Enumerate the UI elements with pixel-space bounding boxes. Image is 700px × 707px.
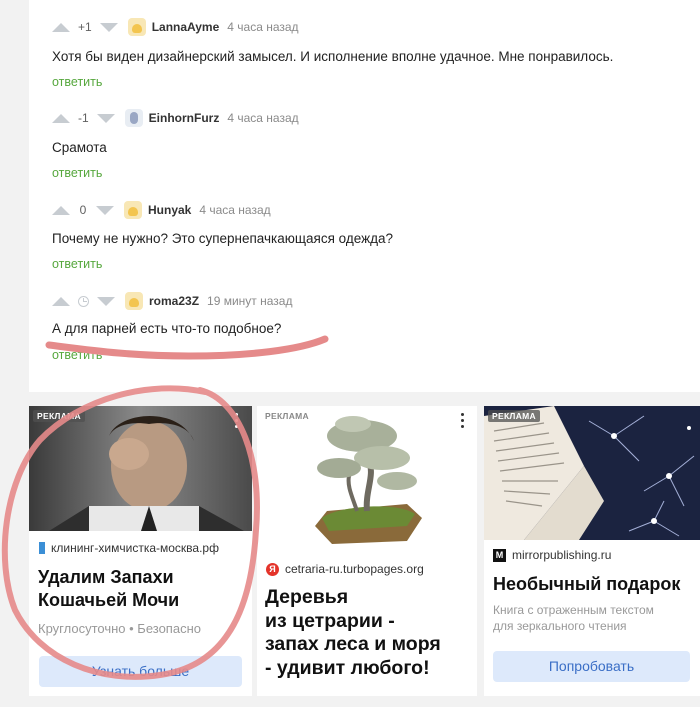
ad-description-line: для зеркального чтения — [493, 619, 627, 633]
ad-domain[interactable]: M mirrorpublishing.ru — [493, 548, 611, 562]
ad-title[interactable]: Деревья из цетрарии - запах леса и моря … — [265, 586, 441, 680]
ad-title[interactable]: Необычный подарок — [493, 573, 680, 596]
ad-title[interactable]: Удалим Запахи Кошачьей Мочи — [38, 566, 179, 612]
favicon-icon — [39, 542, 45, 554]
ad-description: Книга с отраженным текстом для зеркально… — [493, 602, 654, 634]
try-button[interactable]: Попробовать — [493, 651, 690, 682]
comments-section: +1 LannaAyme 4 часа назад Хотя бы виден … — [29, 0, 700, 392]
ad-badge: РЕКЛАМА — [33, 410, 85, 422]
ad-title-line: запах леса и моря — [265, 633, 441, 655]
ad-description: Круглосуточно • Безопасно — [38, 621, 201, 636]
bonsai-tree-photo[interactable]: РЕКЛАМА — [257, 406, 477, 554]
ad-domain-text: клининг-химчистка-москва.рф — [51, 541, 219, 555]
ad-badge: РЕКЛАМА — [488, 410, 540, 422]
yandex-icon: Я — [266, 562, 279, 576]
ad-description-line: Книга с отраженным текстом — [493, 603, 654, 617]
ad-title-line: - удивит любого! — [265, 656, 430, 679]
learn-more-button[interactable]: Узнать больше — [39, 656, 242, 687]
ad-card-mirror-book[interactable]: РЕКЛАМА M mirrorpublishing.ru Необычный … — [484, 406, 700, 696]
ad-title-line: Деревья — [265, 586, 349, 608]
ad-title-line: Кошачьей Мочи — [38, 590, 180, 610]
ad-domain-text: cetraria-ru.turbopages.org — [285, 562, 424, 576]
more-options-icon[interactable] — [461, 413, 465, 431]
ad-domain[interactable]: клининг-химчистка-москва.рф — [39, 541, 219, 555]
man-holding-nose-photo[interactable]: РЕКЛАМА — [29, 406, 252, 531]
ad-title-line: из цетрарии - — [265, 609, 395, 632]
more-options-icon[interactable] — [235, 413, 239, 431]
ad-card-cleaning[interactable]: РЕКЛАМА клининг-химчистка-москва.рф Удал… — [29, 406, 252, 696]
ad-badge: РЕКЛАМА — [265, 411, 309, 421]
ad-title-line: Удалим Запахи — [38, 567, 174, 587]
open-book-photo[interactable]: РЕКЛАМА — [484, 406, 700, 540]
ad-card-cetraria[interactable]: РЕКЛАМА Я cetraria-ru.turbopages.org Дер… — [257, 406, 477, 696]
red-underline-annotation — [45, 335, 329, 360]
mirrorpublishing-logo-icon: M — [493, 548, 506, 562]
ad-domain[interactable]: Я cetraria-ru.turbopages.org — [266, 562, 424, 576]
ad-domain-text: mirrorpublishing.ru — [512, 548, 612, 562]
